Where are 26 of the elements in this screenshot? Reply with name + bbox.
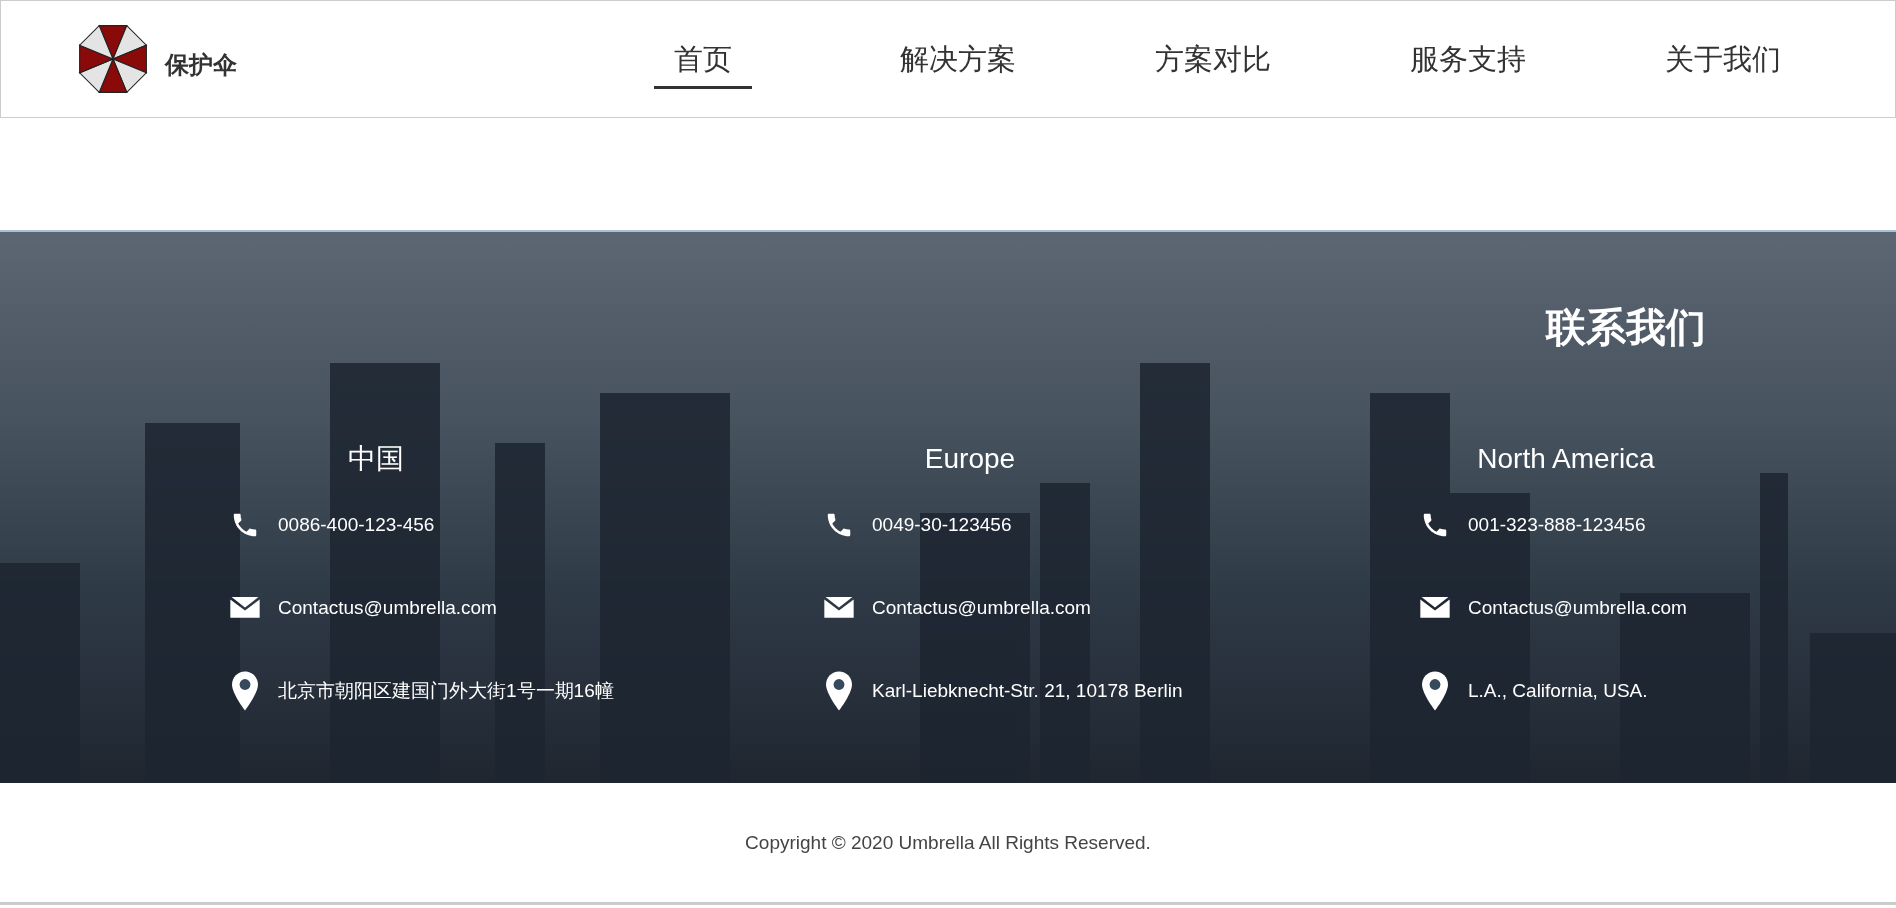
- section-title: 联系我们: [1544, 304, 1707, 350]
- phone-number: 001-323-888-123456: [1468, 514, 1646, 536]
- nav-tab[interactable]: 服务支持: [1389, 39, 1546, 89]
- region-heading: 中国: [348, 443, 404, 474]
- nav-tab[interactable]: 首页: [653, 39, 752, 89]
- address-text: L.A., California, USA.: [1468, 680, 1648, 702]
- map-pin-icon: [232, 671, 258, 711]
- phone-number: 0086-400-123-456: [278, 514, 435, 536]
- brand-name: 保护伞: [165, 50, 237, 80]
- nav-tab[interactable]: 方案对比: [1134, 39, 1291, 89]
- address-text: Karl-Liebknecht-Str. 21, 10178 Berlin: [872, 680, 1183, 702]
- map-pin-icon: [826, 671, 852, 711]
- envelope-icon: [1420, 597, 1450, 619]
- envelope-icon: [230, 597, 260, 619]
- nav-tab[interactable]: 关于我们: [1644, 39, 1801, 89]
- phone-number: 0049-30-123456: [872, 514, 1012, 536]
- map-pin-icon: [1422, 671, 1448, 711]
- nav-tab[interactable]: 解决方案: [879, 39, 1036, 89]
- address-text: 北京市朝阳区建国门外大街1号一期16幢: [278, 679, 614, 703]
- email-text: Contactus@umbrella.com: [278, 597, 497, 619]
- envelope-icon: [824, 597, 854, 619]
- region-heading: North America: [1477, 443, 1655, 474]
- email-text: Contactus@umbrella.com: [872, 597, 1091, 619]
- email-text: Contactus@umbrella.com: [1468, 597, 1687, 619]
- region-heading: Europe: [924, 443, 1016, 474]
- copyright-text: Copyright © 2020 Umbrella All Rights Reserved.: [745, 831, 1151, 854]
